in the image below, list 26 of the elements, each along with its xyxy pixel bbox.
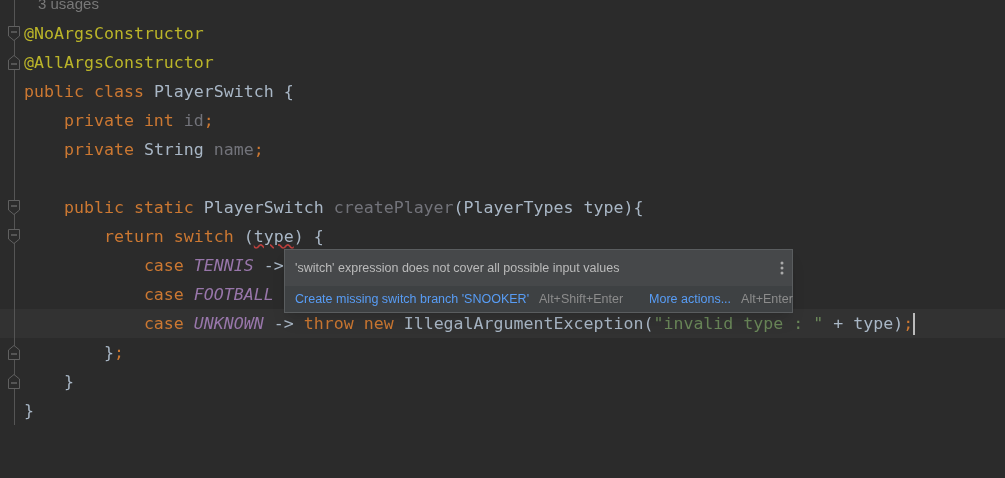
warning-message: 'switch' expression does not cover all possible input values [295, 259, 620, 277]
code-line: private String name; [62, 139, 264, 161]
fold-icon[interactable] [8, 55, 20, 70]
code-line: @NoArgsConstructor [24, 23, 204, 45]
fold-icon[interactable] [8, 374, 20, 389]
code-line: } [62, 371, 74, 393]
code-line: @AllArgsConstructor [24, 52, 214, 74]
code-line: public static PlayerSwitch createPlayer(PlayerTypes type){ [62, 197, 644, 219]
shortcut-text: Alt+Shift+Enter [539, 290, 624, 308]
code-line: return switch (type) { [102, 226, 324, 248]
shortcut-text: Alt+Enter [741, 290, 793, 308]
fold-icon[interactable] [8, 200, 20, 215]
fold-icon[interactable] [8, 26, 20, 41]
fold-icon[interactable] [8, 345, 20, 360]
action-link[interactable]: More actions... [649, 289, 732, 309]
code-line: case TENNIS -> [142, 255, 284, 277]
action-link[interactable]: Create missing switch branch 'SNOOKER' [295, 289, 529, 309]
code-line: }; [102, 342, 124, 364]
fold-icon[interactable] [8, 229, 20, 244]
code-line: public class PlayerSwitch { [24, 81, 294, 103]
code-line: case UNKNOWN -> throw new IllegalArgumentException("invalid type : " + type); [142, 313, 914, 335]
code-line: case FOOTBALL [142, 284, 274, 306]
text-caret [913, 312, 916, 335]
code-line: } [24, 400, 34, 422]
more-icon[interactable] [780, 261, 784, 275]
code-line: private int id; [62, 110, 214, 132]
